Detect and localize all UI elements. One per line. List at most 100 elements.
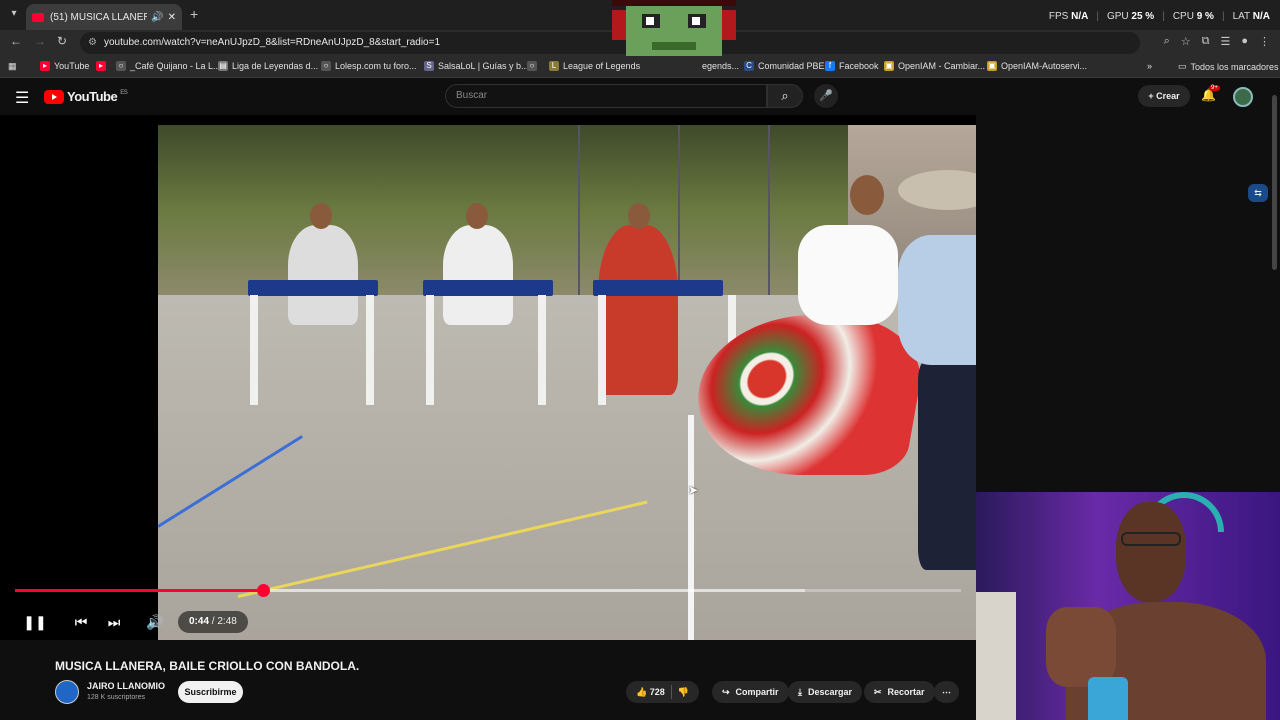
- share-button[interactable]: ↪ Compartir: [712, 681, 789, 703]
- search-input[interactable]: Buscar: [445, 84, 767, 108]
- webcam-overlay: [976, 492, 1280, 720]
- new-tab-icon[interactable]: +: [190, 6, 198, 22]
- notification-badge: 9+: [1209, 85, 1220, 91]
- gpu-label: GPU: [1106, 11, 1129, 22]
- table-leg: [538, 295, 546, 405]
- video-player[interactable]: ❚❚ ⏮ ⏭ 🔊 0:44 / 2:48: [0, 115, 976, 640]
- dancer-man-shirt: [898, 235, 976, 365]
- volume-icon[interactable]: 🔊: [142, 609, 168, 635]
- channel-avatar[interactable]: [55, 680, 79, 704]
- reading-list-icon[interactable]: ☰: [1220, 35, 1230, 48]
- profile-icon[interactable]: ●: [1241, 35, 1248, 48]
- youtube-logo[interactable]: YouTube ES: [44, 89, 128, 104]
- bookmark-youtube-2[interactable]: ▸: [96, 61, 106, 71]
- logo-region: ES: [120, 89, 128, 96]
- thumbs-up-icon: 👍: [636, 687, 648, 697]
- apps-grid-icon[interactable]: ▦: [8, 61, 17, 72]
- bookmark-liga-leyendas[interactable]: ▤ Liga de Leyendas d...: [218, 61, 318, 71]
- reload-icon[interactable]: ↻: [57, 34, 67, 48]
- video-frame[interactable]: [158, 125, 976, 640]
- back-arrow-icon[interactable]: ←: [10, 34, 22, 48]
- judge-3-head: [628, 203, 650, 229]
- bookmark-league-of-legends[interactable]: L League of Legends: [549, 61, 640, 71]
- fps-label: FPS: [1048, 11, 1069, 22]
- address-bar[interactable]: ⚙ youtube.com/watch?v=neAnUJpzD_8&list=R…: [80, 32, 1140, 54]
- extensions-icon[interactable]: ⧉: [1202, 35, 1210, 48]
- hamburger-menu-icon[interactable]: ☰: [15, 88, 29, 108]
- search-icon[interactable]: ⌕: [767, 84, 803, 108]
- progress-played: [15, 589, 263, 592]
- page-scrollbar[interactable]: [1272, 95, 1277, 270]
- gpu-value: 25 %: [1131, 11, 1155, 22]
- table-leg: [426, 295, 434, 405]
- translate-extension-icon[interactable]: ⇆: [1248, 184, 1268, 202]
- previous-icon[interactable]: ⏮: [68, 609, 94, 635]
- channel-name[interactable]: JAIRO LLANOMIO: [87, 681, 165, 691]
- menu-kebab-icon[interactable]: ⋮: [1259, 35, 1270, 48]
- more-horizontal-icon: ⋯: [942, 687, 951, 697]
- avatar[interactable]: [1233, 87, 1253, 107]
- bookmark-cafe-quijano[interactable]: ○ _Café Quijano - La L...: [116, 61, 221, 71]
- lat-label: LAT: [1232, 11, 1250, 22]
- lat-value: N/A: [1252, 11, 1270, 22]
- like-count: 728: [649, 687, 665, 697]
- logo-text: YouTube: [67, 89, 118, 104]
- youtube-icon: ▸: [96, 61, 106, 71]
- bookmark-comunidad-pbe[interactable]: C Comunidad PBE: [744, 61, 825, 71]
- bookmarks-overflow-icon[interactable]: »: [1147, 61, 1152, 71]
- globe-icon: ○: [527, 61, 537, 71]
- subscribe-button[interactable]: Suscribirme: [178, 681, 243, 703]
- all-bookmarks-folder[interactable]: ▭ Todos los marcadores: [1178, 61, 1279, 72]
- progress-bar[interactable]: [15, 584, 961, 597]
- openiam-icon: ▣: [987, 61, 997, 71]
- download-button[interactable]: ⤓ Descargar: [788, 681, 863, 703]
- duration: 2:48: [217, 616, 237, 627]
- forward-arrow-icon[interactable]: →: [34, 34, 46, 48]
- dancer-head: [850, 175, 884, 215]
- judges-table: [423, 280, 553, 296]
- fps-value: N/A: [1071, 11, 1089, 22]
- url-text: youtube.com/watch?v=neAnUJpzD_8&list=RDn…: [104, 37, 441, 48]
- cpu-label: CPU: [1172, 11, 1194, 22]
- bookmark-openiam-autoservicio[interactable]: ▣ OpenIAM-Autoservi...: [987, 61, 1087, 71]
- next-icon[interactable]: ⏭: [101, 609, 127, 635]
- dislike-button[interactable]: 👎: [678, 681, 689, 703]
- drink-can: [1088, 677, 1128, 720]
- clip-button[interactable]: ✂ Recortar: [864, 681, 935, 703]
- bookmark-salsalol[interactable]: S SalsaLoL | Guías y b...: [424, 61, 529, 71]
- performance-overlay: FPS N/A | GPU 25 % | CPU 9 % | LAT N/A: [1048, 11, 1270, 22]
- bookmark-legends[interactable]: egends...: [702, 61, 739, 71]
- tab-search-icon[interactable]: ▾: [6, 6, 22, 22]
- like-button[interactable]: 👍 728: [636, 681, 665, 703]
- zoom-icon[interactable]: ⌕: [1164, 35, 1170, 48]
- bookmark-lolesp[interactable]: ○ Lolesp.com tu foro...: [321, 61, 417, 71]
- table-leg: [366, 295, 374, 405]
- site-info-icon[interactable]: ⚙: [88, 32, 97, 54]
- facebook-icon: f: [825, 61, 835, 71]
- judges-table: [593, 280, 723, 296]
- judge-2-head: [466, 203, 488, 229]
- mouse-cursor-icon: ➤: [688, 483, 699, 497]
- close-icon[interactable]: ✕: [168, 12, 176, 23]
- bookmark-globe[interactable]: ○: [527, 61, 537, 71]
- bookmark-openiam-cambiar[interactable]: ▣ OpenIAM - Cambiar...: [884, 61, 985, 71]
- share-label: Compartir: [735, 687, 779, 697]
- create-button[interactable]: + Crear: [1138, 85, 1190, 107]
- bookmark-youtube[interactable]: ▸ YouTube: [40, 61, 89, 71]
- bookmark-star-icon[interactable]: ☆: [1181, 35, 1191, 48]
- judge-3: [598, 225, 678, 395]
- microphone-icon[interactable]: 🎤: [814, 84, 838, 108]
- video-info: MUSICA LLANERA, BAILE CRIOLLO CON BANDOL…: [0, 640, 976, 720]
- speaker-icon[interactable]: 🔊: [151, 12, 163, 23]
- like-dislike-group: 👍 728 👎: [626, 681, 699, 703]
- divider: [670, 685, 672, 699]
- lol-icon: L: [549, 61, 559, 71]
- glasses: [1121, 532, 1181, 546]
- more-actions-button[interactable]: ⋯: [934, 681, 959, 703]
- clip-label: Recortar: [887, 687, 925, 697]
- bookmark-facebook[interactable]: f Facebook: [825, 61, 879, 71]
- pause-icon[interactable]: ❚❚: [22, 609, 48, 635]
- browser-tab-active[interactable]: (51) MUSICA LLANERA, BAILE 🔊 ✕: [26, 4, 182, 30]
- scrubber-handle[interactable]: [256, 584, 270, 597]
- judge-1-head: [310, 203, 332, 229]
